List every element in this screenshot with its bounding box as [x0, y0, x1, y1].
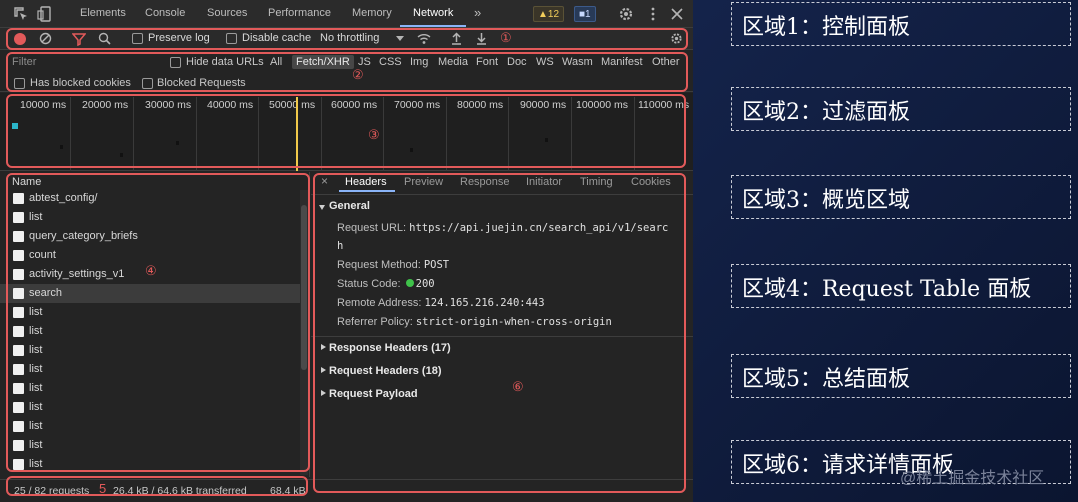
more-tabs-button[interactable]: »	[474, 5, 481, 20]
region-5-highlight	[6, 476, 308, 496]
close-devtools-icon[interactable]	[668, 5, 686, 23]
region-6-highlight	[313, 173, 686, 493]
devtools-panel: Elements Console Sources Performance Mem…	[0, 0, 693, 502]
region-4-highlight	[6, 173, 310, 472]
legend-region-5: 区域5：总结面板	[731, 354, 1071, 398]
region-6-marker: ⑥	[512, 379, 524, 394]
tab-console[interactable]: Console	[145, 7, 185, 19]
legend-region-2: 区域2：过滤面板	[731, 87, 1071, 131]
device-toolbar-icon[interactable]	[36, 5, 54, 23]
region-5-marker: 5	[99, 481, 107, 496]
region-1-highlight	[6, 28, 688, 50]
tab-performance[interactable]: Performance	[268, 7, 331, 19]
tab-sources[interactable]: Sources	[207, 7, 247, 19]
legend-region-4: 区域4：Request Table 面板	[731, 264, 1071, 308]
region-4-marker: ④	[145, 263, 157, 278]
region-2-marker: ②	[352, 67, 364, 82]
legend-region-3: 区域3：概览区域	[731, 175, 1071, 219]
more-options-icon[interactable]	[644, 5, 662, 23]
warning-count-badge[interactable]: ▲12	[533, 6, 565, 22]
active-tab-indicator	[400, 25, 466, 27]
tab-network[interactable]: Network	[413, 7, 453, 19]
region-1-marker: ①	[500, 30, 512, 45]
region-3-highlight	[6, 94, 686, 168]
devtools-tabbar: Elements Console Sources Performance Mem…	[0, 0, 693, 28]
region-2-highlight	[6, 52, 688, 92]
tab-elements[interactable]: Elements	[80, 7, 126, 19]
tab-memory[interactable]: Memory	[352, 7, 392, 19]
legend-region-1: 区域1：控制面板	[731, 2, 1071, 46]
info-count-badge[interactable]: ■1	[574, 6, 596, 22]
region-3-marker: ③	[368, 127, 380, 142]
inspect-element-icon[interactable]	[12, 5, 30, 23]
settings-gear-icon[interactable]	[617, 5, 635, 23]
watermark: @稀土掘金技术社区	[900, 470, 1045, 487]
